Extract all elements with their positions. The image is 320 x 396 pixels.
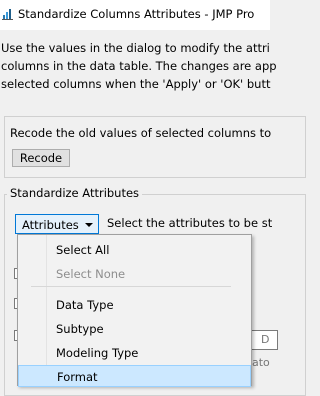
menu-item-select-none[interactable]: Select None [18, 263, 251, 285]
recode-button[interactable]: Recode [12, 149, 70, 167]
menu-item-format[interactable]: Format [18, 365, 251, 387]
description-line: Use the values in the dialog to modify t… [1, 41, 270, 55]
caret-down-icon [85, 223, 93, 227]
attribute-value-fragment: D [261, 333, 270, 346]
description-line: selected columns when the 'Apply' or 'OK… [1, 77, 271, 91]
standardize-attributes-legend: Standardize Attributes [7, 186, 143, 200]
menu-item-label: Select None [56, 267, 126, 281]
attributes-menu: Select All Select None Data Type Subtype… [17, 234, 252, 387]
title-bar[interactable]: Standardize Columns Attributes - JMP Pro [0, 0, 270, 30]
window-title: Standardize Columns Attributes - JMP Pro [18, 7, 255, 21]
menu-item-subtype[interactable]: Subtype [18, 318, 251, 340]
menu-item-modeling-type[interactable]: Modeling Type [18, 342, 251, 364]
menu-item-label: Modeling Type [56, 346, 139, 360]
menu-item-label: Format [57, 370, 98, 384]
attribute-text-fragment: ato [252, 356, 270, 369]
menu-item-label: Data Type [56, 298, 114, 312]
recode-description: Recode the old values of selected column… [10, 126, 272, 140]
menu-separator [31, 286, 231, 287]
menu-item-label: Select All [56, 243, 110, 257]
description-text: Use the values in the dialog to modify t… [1, 39, 320, 93]
attributes-button-label: Attributes [22, 218, 79, 232]
attributes-hint: Select the attributes to be st [107, 216, 273, 230]
description-line: columns in the data table. The changes a… [1, 59, 277, 73]
menu-item-select-all[interactable]: Select All [18, 239, 251, 261]
recode-panel: Recode the old values of selected column… [4, 116, 306, 178]
attributes-dropdown-button[interactable]: Attributes [15, 214, 99, 234]
menu-item-label: Subtype [56, 322, 104, 336]
menu-item-data-type[interactable]: Data Type [18, 294, 251, 316]
jmp-app-icon [2, 9, 13, 20]
